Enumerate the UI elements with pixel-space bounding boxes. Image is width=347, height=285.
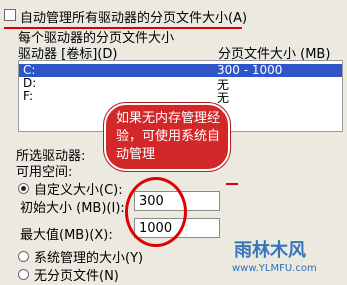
red-circle-annotation [125,177,187,247]
no-paging-label[interactable]: 无分页文件(N) [34,265,119,284]
watermark-logo: 雨林木风 [234,240,306,261]
list-item[interactable]: F: 无 [19,89,342,105]
drive-letter: F: [23,89,34,103]
drive-size: 无 [217,91,230,105]
annotation-text: 如果无内存管理经验，可使用系统自动管理 [116,111,221,162]
drive-letter: D: [23,76,37,90]
custom-size-radio[interactable] [18,183,29,194]
system-managed-label[interactable]: 系统管理的大小(Y) [34,247,143,266]
custom-size-label[interactable]: 自定义大小(C): [34,179,123,198]
auto-manage-label[interactable]: 自动管理所有驱动器的分页文件大小(A) [20,7,247,26]
red-line-annotation [226,183,238,185]
no-paging-radio[interactable] [18,269,29,280]
drive-size: 300 - 1000 [217,63,283,77]
drive-letter: C: [23,63,36,77]
watermark-url: www.YLMFU.com [232,263,317,274]
max-size-label: 最大值(MB)(X): [20,228,113,243]
annotation-callout: 如果无内存管理经验，可使用系统自动管理 [104,103,230,171]
system-managed-radio[interactable] [18,251,29,262]
list-item[interactable]: D: 无 [19,76,342,92]
auto-manage-checkbox[interactable] [4,9,16,21]
available-space-label: 可用空间: [16,165,73,180]
initial-size-label: 初始大小 (MB)(I): [20,201,125,216]
list-item[interactable]: C: 300 - 1000 [19,63,342,77]
